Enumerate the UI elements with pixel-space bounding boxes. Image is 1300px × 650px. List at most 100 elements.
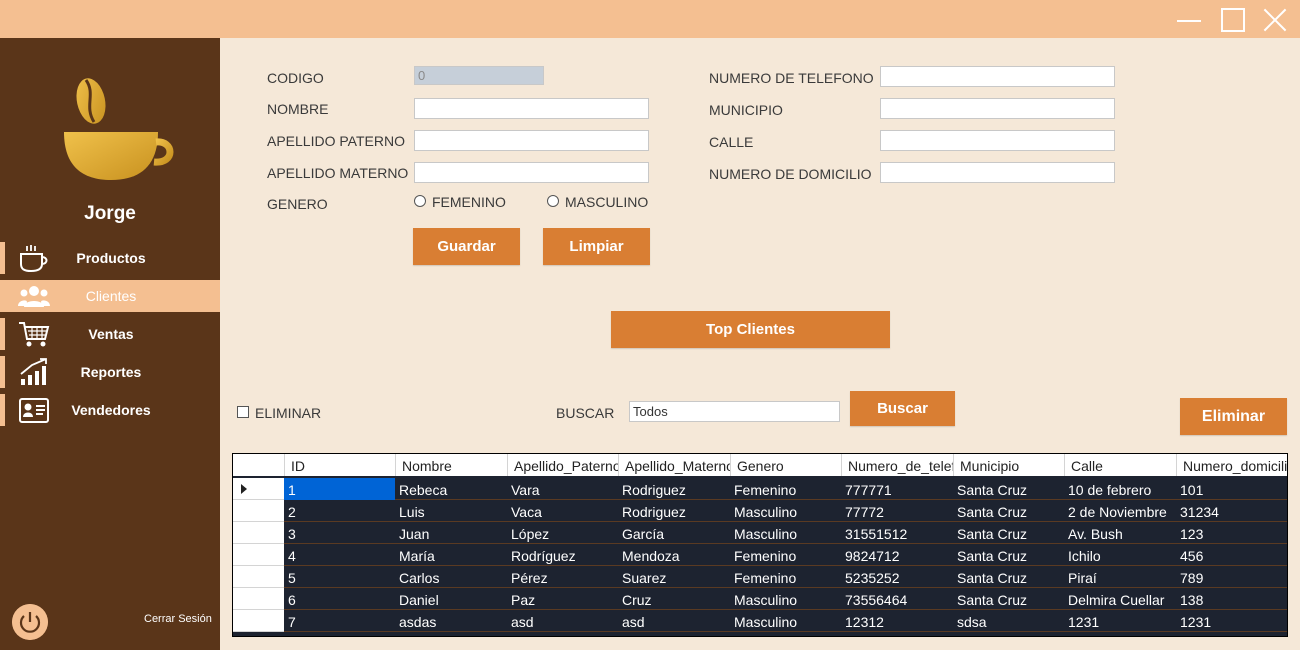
table-cell[interactable]: 31234 bbox=[1176, 500, 1287, 522]
buscar-button[interactable]: Buscar bbox=[850, 391, 955, 426]
limpiar-button[interactable]: Limpiar bbox=[543, 228, 650, 265]
femenino-radio[interactable] bbox=[414, 195, 426, 207]
table-row[interactable]: 5 Carlos Pérez Suarez Femenino 5235252 Santa C… bbox=[233, 566, 1287, 588]
table-cell[interactable]: Femenino bbox=[730, 544, 841, 566]
minimize-button[interactable] bbox=[1172, 4, 1206, 36]
table-cell[interactable]: Delmira Cuellar bbox=[1064, 588, 1176, 610]
guardar-button[interactable]: Guardar bbox=[413, 228, 520, 265]
table-cell[interactable]: Suarez bbox=[618, 566, 730, 588]
table-cell[interactable]: 9824712 bbox=[841, 544, 953, 566]
row-header[interactable] bbox=[233, 544, 284, 566]
table-cell[interactable]: Vara bbox=[507, 478, 618, 500]
table-cell[interactable]: Paz bbox=[507, 588, 618, 610]
table-cell[interactable]: 31551512 bbox=[841, 522, 953, 544]
table-cell[interactable]: Daniel bbox=[395, 588, 507, 610]
table-cell[interactable]: Santa Cruz bbox=[953, 588, 1064, 610]
nav-reportes[interactable]: Reportes bbox=[0, 356, 220, 388]
table-cell[interactable]: Rodríguez bbox=[507, 544, 618, 566]
table-cell[interactable]: 123 bbox=[1176, 522, 1287, 544]
table-cell[interactable]: Masculino bbox=[730, 610, 841, 632]
municipio-field[interactable] bbox=[880, 98, 1115, 119]
table-row[interactable]: 6 Daniel Paz Cruz Masculino 73556464 Santa Cru… bbox=[233, 588, 1287, 610]
table-cell[interactable]: Masculino bbox=[730, 588, 841, 610]
nav-clientes[interactable]: Clientes bbox=[0, 280, 220, 312]
table-row[interactable]: 3 Juan López García Masculino 31551512 Santa C… bbox=[233, 522, 1287, 544]
table-cell[interactable]: 5235252 bbox=[841, 566, 953, 588]
table-cell[interactable]: asd bbox=[507, 610, 618, 632]
table-cell[interactable]: Santa Cruz bbox=[953, 500, 1064, 522]
codigo-field[interactable] bbox=[414, 66, 544, 85]
column-header[interactable]: ID bbox=[284, 454, 395, 476]
table-cell[interactable]: 2 bbox=[284, 500, 395, 522]
table-cell[interactable]: 456 bbox=[1176, 544, 1287, 566]
table-cell[interactable]: Masculino bbox=[730, 522, 841, 544]
row-header[interactable] bbox=[233, 500, 284, 522]
table-cell[interactable]: 77772 bbox=[841, 500, 953, 522]
table-row[interactable]: 2 Luis Vaca Rodriguez Masculino 77772 Santa Cr… bbox=[233, 500, 1287, 522]
table-cell[interactable]: Mendoza bbox=[618, 544, 730, 566]
table-cell[interactable]: sdsa bbox=[953, 610, 1064, 632]
table-cell[interactable]: 6 bbox=[284, 588, 395, 610]
table-cell[interactable]: Piraí bbox=[1064, 566, 1176, 588]
table-cell[interactable]: Rodriguez bbox=[618, 500, 730, 522]
table-cell[interactable]: Cruz bbox=[618, 588, 730, 610]
column-header[interactable]: Apellido_Materno bbox=[618, 454, 730, 476]
table-cell[interactable]: Santa Cruz bbox=[953, 566, 1064, 588]
table-row[interactable]: 1 Rebeca Vara Rodriguez Femenino 777771 Santa … bbox=[233, 478, 1287, 500]
table-cell[interactable]: 138 bbox=[1176, 588, 1287, 610]
table-cell[interactable]: Rodriguez bbox=[618, 478, 730, 500]
table-cell[interactable]: 7 bbox=[284, 610, 395, 632]
domicilio-field[interactable] bbox=[880, 162, 1115, 183]
nav-ventas[interactable]: Ventas bbox=[0, 318, 220, 350]
table-cell[interactable]: Carlos bbox=[395, 566, 507, 588]
top-clientes-button[interactable]: Top Clientes bbox=[611, 311, 890, 348]
table-cell[interactable]: García bbox=[618, 522, 730, 544]
table-cell[interactable]: Av. Bush bbox=[1064, 522, 1176, 544]
table-cell[interactable]: 1 bbox=[284, 478, 395, 500]
apellido-materno-field[interactable] bbox=[414, 162, 649, 183]
table-cell[interactable]: 1231 bbox=[1176, 610, 1287, 632]
column-header[interactable]: Numero_domicilio bbox=[1176, 454, 1287, 476]
column-header[interactable]: Genero bbox=[730, 454, 841, 476]
column-header[interactable]: Nombre bbox=[395, 454, 507, 476]
eliminar-button[interactable]: Eliminar bbox=[1180, 398, 1287, 435]
logout-link[interactable]: Cerrar Sesión bbox=[144, 613, 212, 625]
table-cell[interactable]: Santa Cruz bbox=[953, 478, 1064, 500]
table-cell[interactable]: Rebeca bbox=[395, 478, 507, 500]
table-cell[interactable]: Santa Cruz bbox=[953, 522, 1064, 544]
nombre-field[interactable] bbox=[414, 98, 649, 119]
telefono-field[interactable] bbox=[880, 66, 1115, 87]
row-header[interactable] bbox=[233, 522, 284, 544]
table-cell[interactable]: 789 bbox=[1176, 566, 1287, 588]
table-cell[interactable]: 5 bbox=[284, 566, 395, 588]
table-cell[interactable]: López bbox=[507, 522, 618, 544]
table-cell[interactable]: Ichilo bbox=[1064, 544, 1176, 566]
column-header[interactable]: Numero_de_telefono bbox=[841, 454, 953, 476]
table-cell[interactable]: Masculino bbox=[730, 500, 841, 522]
maximize-button[interactable] bbox=[1216, 4, 1250, 36]
table-row[interactable]: 7 asdas asd asd Masculino 12312 sdsa 1231 1231 bbox=[233, 610, 1287, 632]
row-header[interactable] bbox=[233, 478, 284, 500]
row-header[interactable] bbox=[233, 566, 284, 588]
calle-field[interactable] bbox=[880, 130, 1115, 151]
search-input[interactable] bbox=[629, 401, 840, 422]
table-cell[interactable]: asd bbox=[618, 610, 730, 632]
table-cell[interactable]: 2 de Noviembre bbox=[1064, 500, 1176, 522]
column-header[interactable]: Apellido_Paterno bbox=[507, 454, 618, 476]
table-cell[interactable]: María bbox=[395, 544, 507, 566]
nav-vendedores[interactable]: Vendedores bbox=[0, 394, 220, 426]
table-row[interactable]: 4 María Rodríguez Mendoza Femenino 9824712 San… bbox=[233, 544, 1287, 566]
table-cell[interactable]: 73556464 bbox=[841, 588, 953, 610]
nav-productos[interactable]: Productos bbox=[0, 242, 220, 274]
clientes-table[interactable]: ID Nombre Apellido_Paterno Apellido_Materno… bbox=[232, 453, 1288, 637]
table-cell[interactable]: Vaca bbox=[507, 500, 618, 522]
table-cell[interactable]: 101 bbox=[1176, 478, 1287, 500]
table-cell[interactable]: asdas bbox=[395, 610, 507, 632]
row-header[interactable] bbox=[233, 588, 284, 610]
power-icon[interactable] bbox=[12, 604, 48, 640]
row-header[interactable] bbox=[233, 610, 284, 632]
table-cell[interactable]: 10 de febrero bbox=[1064, 478, 1176, 500]
table-cell[interactable]: 12312 bbox=[841, 610, 953, 632]
table-cell[interactable]: 4 bbox=[284, 544, 395, 566]
table-cell[interactable]: Luis bbox=[395, 500, 507, 522]
